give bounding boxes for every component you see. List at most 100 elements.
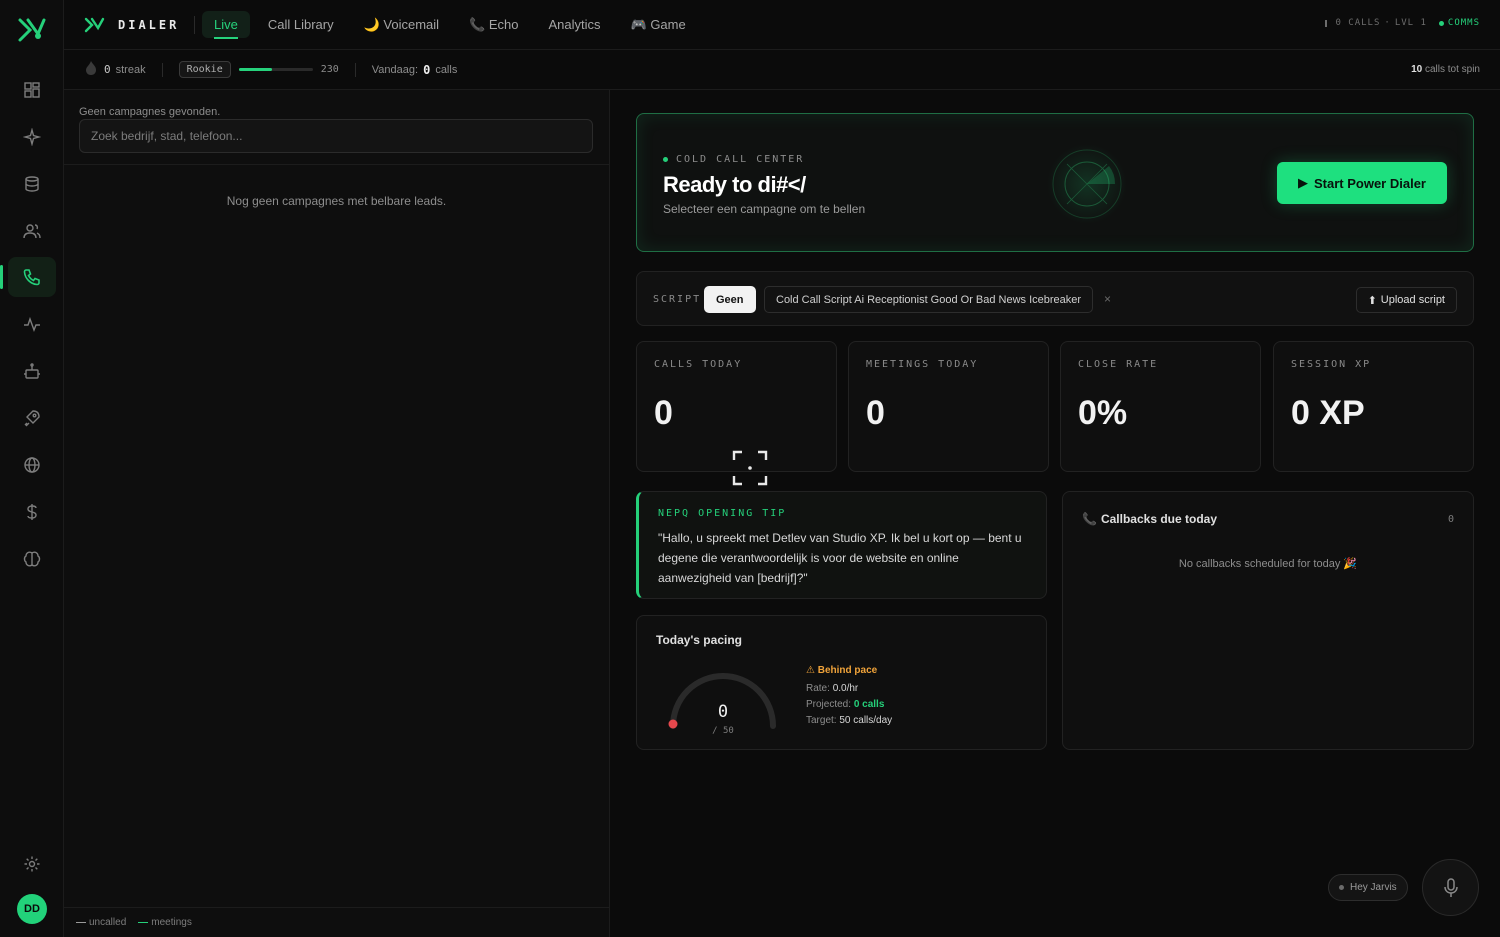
gauge-indicator — [668, 719, 678, 729]
focus-frame-icon — [732, 450, 768, 486]
activity-icon[interactable] — [8, 304, 56, 344]
hero-subtitle: Selecteer een campagne om te bellen — [663, 202, 866, 216]
app-logo-icon[interactable] — [16, 14, 48, 46]
stat-label: SESSION XP — [1291, 359, 1372, 370]
radar-icon — [1047, 144, 1127, 224]
upload-script-button[interactable]: ⬆ Upload script — [1355, 287, 1457, 313]
pacing-current: 0 — [717, 702, 729, 722]
sparkle-icon[interactable] — [8, 117, 56, 157]
pacing-title: Today's pacing — [656, 633, 742, 647]
play-icon: ▶ — [1298, 175, 1308, 190]
top-nav: DIALER Live Call Library 🌙 Voicemail 📞 E… — [64, 0, 1500, 50]
script-label: SCRIPT — [653, 294, 702, 305]
microphone-button[interactable] — [1422, 859, 1479, 916]
legend-uncalled: uncalled — [76, 917, 126, 928]
stats-subbar: 0 streak Rookie 230 Vandaag: 0 calls 10 … — [64, 50, 1500, 90]
rocket-icon[interactable] — [8, 398, 56, 438]
pacing-status: ⚠ Behind pace — [806, 665, 878, 676]
campaign-panel: Geen campagnes gevonden. Nog geen campag… — [64, 90, 610, 937]
rank-badge: Rookie — [178, 61, 231, 78]
stat-meetings-today: MEETINGS TODAY 0 — [848, 341, 1049, 472]
stat-value: 0 — [866, 394, 885, 432]
tab-voicemail[interactable]: 🌙 Voicemail — [352, 11, 451, 39]
pacing-target: Target: 50 calls/day — [806, 715, 893, 726]
streak-label: streak — [115, 63, 146, 76]
brain-icon[interactable] — [8, 539, 56, 579]
pacing-projected: Projected: 0 calls — [806, 699, 885, 710]
callbacks-card: 📞 Callbacks due today 0 No callbacks sch… — [1062, 491, 1474, 750]
cold-call-hero: COLD CALL CENTER Ready to di#</ Selectee… — [636, 113, 1474, 252]
comms-status: COMMS — [1447, 18, 1480, 28]
tip-text: "Hallo, u spreekt met Detlev van Studio … — [658, 531, 1022, 585]
status-dot — [663, 157, 668, 162]
stat-label: MEETINGS TODAY — [866, 359, 979, 370]
no-campaigns-text: Geen campagnes gevonden. — [79, 106, 221, 118]
tab-call-library[interactable]: Call Library — [256, 11, 346, 38]
stat-label: CALLS TODAY — [654, 359, 743, 370]
pacing-target-sub: / 50 — [712, 726, 734, 736]
xp-progress-bar — [238, 68, 313, 71]
stat-close-rate: CLOSE RATE 0% — [1060, 341, 1261, 472]
today-calls-unit: calls — [435, 63, 458, 76]
comms-status-dot — [1438, 20, 1444, 26]
status-dot — [1339, 885, 1344, 890]
tab-analytics[interactable]: Analytics — [536, 11, 612, 38]
top-status: 0 CALLS · LVL 1 COMMS — [1325, 18, 1480, 28]
hey-jarvis-button[interactable]: Hey Jarvis — [1328, 874, 1408, 901]
callbacks-title: 📞 Callbacks due today — [1082, 512, 1217, 526]
legend-meetings: meetings — [138, 917, 192, 928]
start-power-dialer-button[interactable]: ▶ Start Power Dialer — [1277, 162, 1447, 204]
pacing-rate: Rate: 0.0/hr — [806, 683, 859, 694]
user-avatar[interactable]: DD — [17, 894, 47, 924]
flame-icon — [84, 60, 98, 79]
stat-value: 0% — [1078, 394, 1128, 432]
brand: DIALER — [64, 16, 194, 34]
tab-live[interactable]: Live — [202, 11, 250, 39]
tip-label: NEPQ OPENING TIP — [658, 508, 787, 519]
stat-value: 0 XP — [1291, 394, 1365, 432]
script-option-none[interactable]: Geen — [704, 286, 756, 313]
legend: uncalled meetings — [64, 907, 609, 937]
dashboard-icon[interactable] — [8, 70, 56, 110]
pacing-card: Today's pacing 0 / 50 ⚠ Behind pace Rate… — [636, 615, 1047, 750]
hero-kicker: COLD CALL CENTER — [663, 154, 804, 165]
nepq-tip-card: NEPQ OPENING TIP "Hallo, u spreekt met D… — [636, 491, 1047, 599]
bot-icon[interactable] — [8, 351, 56, 391]
empty-leads-text: Nog geen campagnes met belbare leads. — [226, 194, 447, 208]
level-indicator: LVL 1 — [1394, 18, 1427, 28]
phone-icon[interactable] — [0, 257, 56, 297]
tab-game[interactable]: 🎮 Game — [619, 11, 698, 39]
upload-icon: ⬆ — [1367, 294, 1377, 307]
remove-script-icon[interactable]: × — [1104, 292, 1111, 306]
database-icon[interactable] — [8, 164, 56, 204]
stat-session-xp: SESSION XP 0 XP — [1273, 341, 1474, 472]
stat-label: CLOSE RATE — [1078, 359, 1159, 370]
tab-echo[interactable]: 📞 Echo — [457, 11, 530, 39]
left-rail: DD — [0, 0, 64, 937]
brand-logo-icon — [84, 17, 105, 32]
callbacks-empty-text: No callbacks scheduled for today 🎉 — [1178, 558, 1358, 570]
globe-icon[interactable] — [8, 445, 56, 485]
callbacks-count: 0 — [1447, 514, 1454, 525]
spin-label: calls tot spin — [1424, 64, 1480, 75]
spin-counter: 10 calls tot spin — [1411, 64, 1480, 75]
script-bar: SCRIPT Geen Cold Call Script Ai Receptio… — [636, 271, 1474, 326]
phone-icon: 📞 — [1082, 512, 1097, 526]
calls-counter: 0 CALLS — [1335, 18, 1381, 28]
search-input[interactable] — [79, 119, 593, 153]
spin-value: 10 — [1411, 64, 1423, 75]
today-calls-value: 0 — [423, 62, 431, 77]
microphone-icon — [1443, 877, 1458, 897]
signal-icon — [1325, 19, 1328, 27]
brand-name: DIALER — [118, 17, 180, 32]
script-option[interactable]: Cold Call Script Ai Receptionist Good Or… — [764, 286, 1094, 313]
xp-value: 230 — [320, 64, 339, 75]
gear-icon[interactable] — [8, 844, 56, 884]
today-label: Vandaag: — [371, 63, 419, 76]
hero-title: Ready to di#</ — [663, 172, 806, 197]
dollar-icon[interactable] — [8, 492, 56, 532]
users-icon[interactable] — [8, 211, 56, 251]
stat-value: 0 — [654, 394, 673, 432]
divider — [194, 15, 195, 34]
xp-progress-fill — [238, 68, 273, 71]
